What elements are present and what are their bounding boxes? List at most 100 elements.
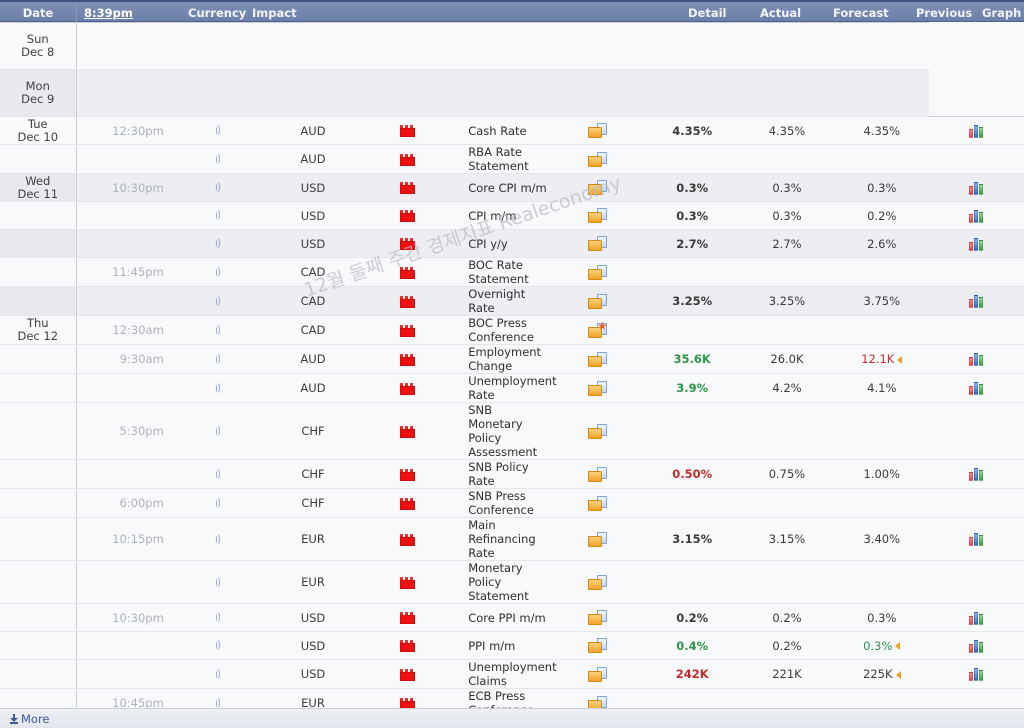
impact-high-icon[interactable] xyxy=(400,612,416,624)
event-detail[interactable] xyxy=(549,373,645,403)
detail-folder-icon[interactable] xyxy=(587,123,607,138)
calendar-event-row[interactable]: Wed Dec 11 10:30pm USD Core CPI m/m 0.3% 0.3% 0… xyxy=(0,173,1024,202)
event-currency[interactable]: USD xyxy=(265,659,361,689)
event-impact[interactable] xyxy=(360,560,456,604)
event-detail[interactable] xyxy=(549,315,645,345)
event-graph[interactable] xyxy=(929,201,1024,230)
event-title[interactable]: BOC Rate Statement xyxy=(455,257,550,287)
impact-high-icon[interactable] xyxy=(400,425,416,438)
sound-icon[interactable] xyxy=(213,496,224,510)
event-impact[interactable] xyxy=(360,286,456,316)
header-detail[interactable]: Detail xyxy=(688,2,727,24)
detail-folder-icon[interactable] xyxy=(587,380,607,396)
impact-high-icon[interactable] xyxy=(400,497,416,510)
calendar-event-row[interactable]: AUD RBA Rate Statement xyxy=(0,144,1024,174)
graph-icon[interactable] xyxy=(969,639,984,653)
impact-high-icon[interactable] xyxy=(400,125,416,137)
calendar-event-row[interactable]: USD CPI y/y 2.7% 2.7% 2.6% xyxy=(0,229,1024,258)
event-currency[interactable]: CAD xyxy=(265,286,361,316)
impact-high-icon[interactable] xyxy=(400,324,416,337)
event-detail[interactable] xyxy=(549,116,645,145)
impact-high-icon[interactable] xyxy=(400,295,416,308)
event-impact[interactable] xyxy=(360,257,456,287)
event-sound-cell[interactable] xyxy=(170,286,266,316)
event-sound-cell[interactable] xyxy=(170,229,266,258)
event-impact[interactable] xyxy=(360,144,456,174)
event-title[interactable]: Employment Change xyxy=(455,344,550,374)
sound-icon[interactable] xyxy=(213,639,224,652)
graph-icon[interactable] xyxy=(969,124,984,138)
event-graph[interactable] xyxy=(929,373,1024,403)
sound-icon[interactable] xyxy=(213,352,224,366)
sound-icon[interactable] xyxy=(213,181,224,194)
header-previous[interactable]: Previous xyxy=(916,2,972,24)
event-graph[interactable] xyxy=(929,631,1024,660)
event-detail[interactable] xyxy=(549,560,645,604)
header-impact[interactable]: Impact xyxy=(252,2,297,24)
event-sound-cell[interactable] xyxy=(170,631,266,660)
impact-high-icon[interactable] xyxy=(400,210,416,222)
calendar-event-row[interactable]: USD PPI m/m 0.4% 0.2% 0.3% xyxy=(0,631,1024,660)
event-detail[interactable] xyxy=(549,257,645,287)
detail-folder-icon[interactable] xyxy=(587,574,607,590)
event-title[interactable]: Monetary Policy Statement xyxy=(455,560,550,604)
detail-folder-icon[interactable] xyxy=(587,495,607,511)
sound-icon[interactable] xyxy=(213,381,224,395)
sound-icon[interactable] xyxy=(213,124,224,137)
event-currency[interactable]: AUD xyxy=(265,116,361,145)
event-detail[interactable] xyxy=(549,173,645,202)
event-detail[interactable] xyxy=(549,201,645,230)
calendar-event-row[interactable]: 5:30pm CHF SNB Monetary Policy Assessment xyxy=(0,402,1024,460)
event-impact[interactable] xyxy=(360,517,456,561)
impact-high-icon[interactable] xyxy=(400,668,416,681)
event-sound-cell[interactable] xyxy=(170,201,266,230)
graph-icon[interactable] xyxy=(969,668,984,681)
sound-icon[interactable] xyxy=(213,209,224,222)
header-graph[interactable]: Graph xyxy=(982,2,1021,24)
calendar-event-row[interactable]: 10:15pm EUR Main Refinancing Rate 3.15% 3.15… xyxy=(0,517,1024,561)
detail-folder-icon[interactable] xyxy=(587,666,607,682)
event-currency[interactable]: EUR xyxy=(265,560,361,604)
graph-icon[interactable] xyxy=(969,353,984,366)
event-currency[interactable]: AUD xyxy=(265,373,361,403)
impact-high-icon[interactable] xyxy=(400,576,416,589)
event-title[interactable]: Cash Rate xyxy=(455,116,550,145)
detail-folder-icon[interactable] xyxy=(587,610,607,625)
sound-icon[interactable] xyxy=(213,424,224,438)
event-graph[interactable] xyxy=(929,257,1024,287)
event-graph[interactable] xyxy=(929,659,1024,689)
event-currency[interactable]: USD xyxy=(265,631,361,660)
event-graph[interactable] xyxy=(929,173,1024,202)
header-forecast[interactable]: Forecast xyxy=(833,2,889,24)
event-sound-cell[interactable] xyxy=(170,373,266,403)
graph-icon[interactable] xyxy=(969,181,984,195)
detail-folder-icon[interactable] xyxy=(587,351,607,367)
event-graph[interactable] xyxy=(929,459,1024,489)
event-impact[interactable] xyxy=(360,603,456,632)
detail-folder-icon[interactable] xyxy=(587,466,607,482)
impact-high-icon[interactable] xyxy=(400,533,416,546)
event-detail[interactable] xyxy=(549,517,645,561)
event-impact[interactable] xyxy=(360,173,456,202)
event-graph[interactable] xyxy=(929,603,1024,632)
event-graph[interactable] xyxy=(929,116,1024,145)
graph-icon[interactable] xyxy=(969,295,984,308)
event-currency[interactable]: CHF xyxy=(265,459,361,489)
event-currency[interactable]: CHF xyxy=(265,402,361,460)
graph-icon[interactable] xyxy=(969,611,984,625)
event-graph[interactable] xyxy=(929,488,1024,518)
calendar-event-row[interactable]: Tue Dec 10 12:30pm AUD Cash Rate 4.35% 4.35% 4.… xyxy=(0,116,1024,145)
event-sound-cell[interactable] xyxy=(170,315,266,345)
graph-icon[interactable] xyxy=(969,533,984,546)
event-impact[interactable] xyxy=(360,373,456,403)
sound-icon[interactable] xyxy=(213,265,224,279)
graph-icon[interactable] xyxy=(969,468,984,481)
calendar-event-row[interactable]: Thu Dec 12 12:30am CAD BOC Press Conference xyxy=(0,315,1024,345)
detail-folder-icon[interactable] xyxy=(587,264,607,280)
calendar-event-row[interactable]: USD CPI m/m 0.3% 0.3% 0.2% xyxy=(0,201,1024,230)
detail-folder-icon[interactable] xyxy=(587,423,607,439)
detail-folder-icon[interactable] xyxy=(587,638,607,653)
event-impact[interactable] xyxy=(360,315,456,345)
header-clock[interactable]: 8:39pm xyxy=(84,2,133,24)
event-title[interactable]: SNB Press Conference xyxy=(455,488,550,518)
